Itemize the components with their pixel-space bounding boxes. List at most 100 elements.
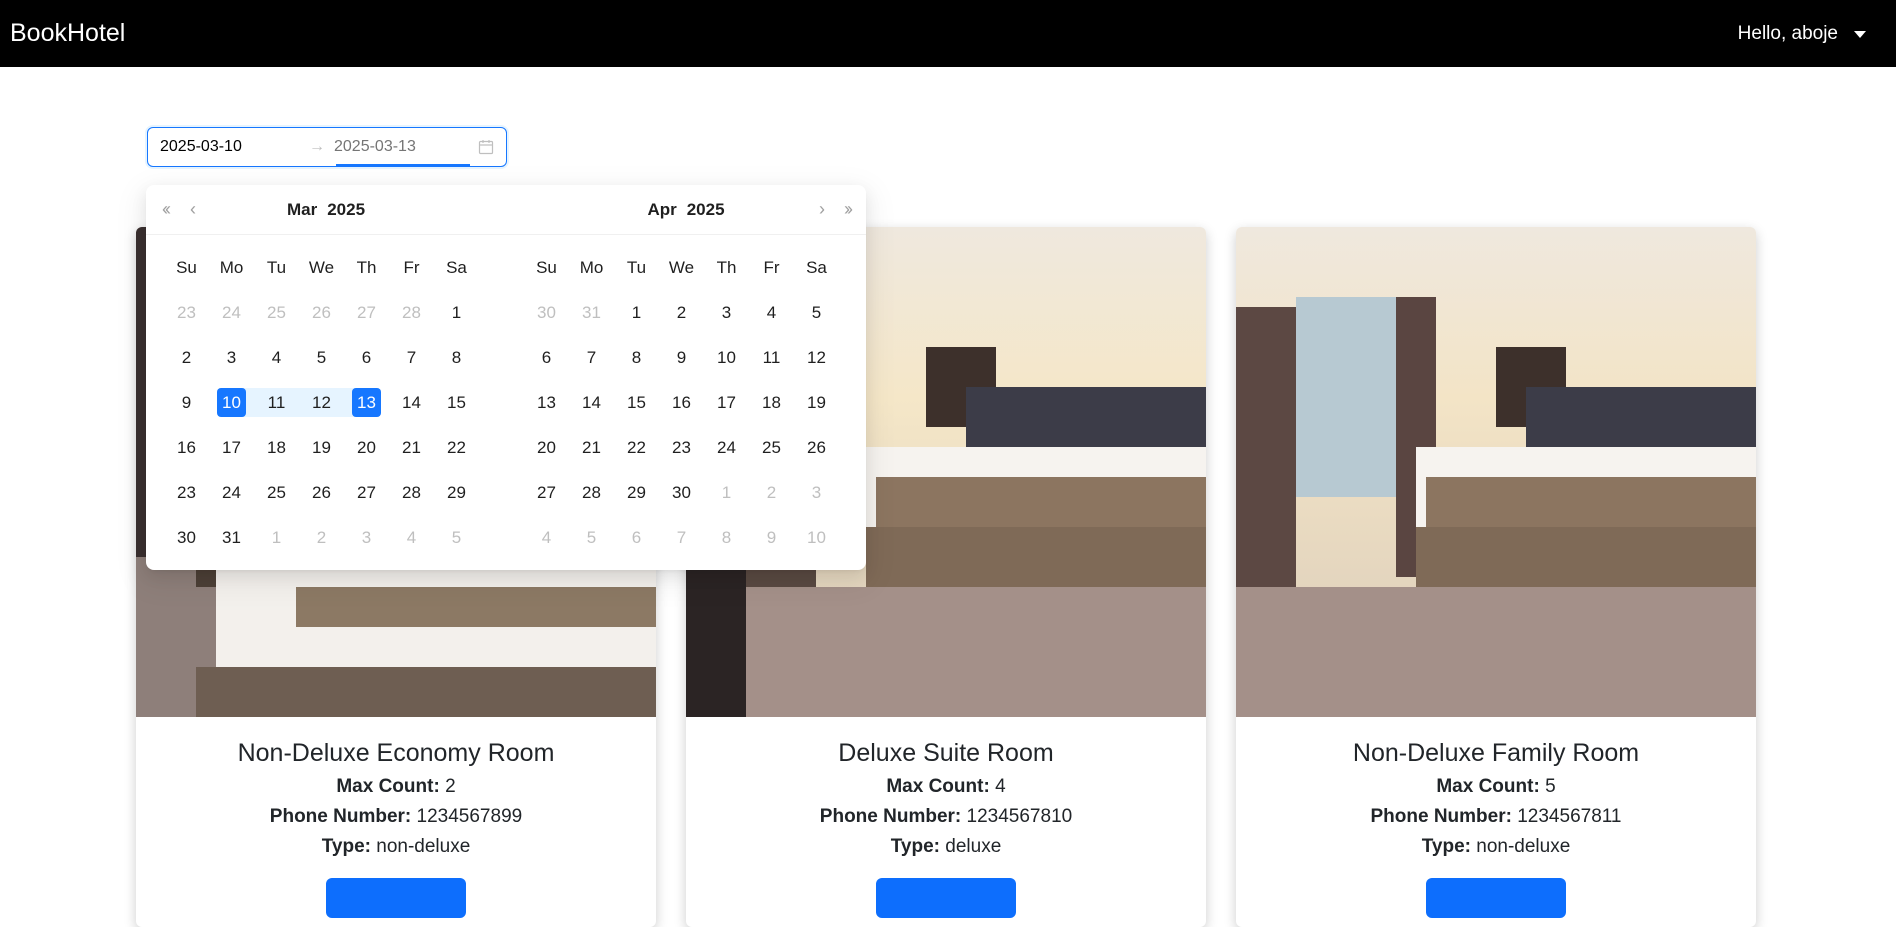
calendar-day[interactable]: 15 [614,380,659,425]
user-menu-dropdown[interactable]: Hello, aboje [1738,23,1866,45]
calendar-day[interactable]: 25 [749,425,794,470]
calendar-day[interactable]: 4 [254,335,299,380]
calendar-day[interactable]: 21 [389,425,434,470]
calendar-day[interactable]: 4 [524,515,569,560]
calendar-day[interactable]: 17 [209,425,254,470]
calendar-day[interactable]: 26 [299,470,344,515]
calendar-day[interactable]: 4 [389,515,434,560]
chevron-left-icon[interactable]: ‹ [190,199,196,220]
calendar-day[interactable]: 30 [164,515,209,560]
book-button[interactable] [1426,878,1566,918]
brand-logo[interactable]: BookHotel [10,19,125,48]
calendar-day[interactable]: 13 [344,380,389,425]
calendar-day[interactable]: 9 [749,515,794,560]
calendar-day[interactable]: 2 [164,335,209,380]
calendar-day[interactable]: 5 [434,515,479,560]
calendar-day[interactable]: 7 [659,515,704,560]
calendar-day[interactable]: 26 [299,290,344,335]
calendar-day[interactable]: 29 [434,470,479,515]
calendar-day[interactable]: 28 [389,470,434,515]
calendar-day[interactable]: 22 [614,425,659,470]
chevron-right-icon[interactable]: › [819,199,825,220]
calendar-day[interactable]: 2 [299,515,344,560]
calendar-day[interactable]: 10 [209,380,254,425]
calendar-day[interactable]: 19 [299,425,344,470]
calendar-day[interactable]: 14 [389,380,434,425]
calendar-day[interactable]: 24 [209,290,254,335]
calendar-day[interactable]: 23 [164,290,209,335]
calendar-day[interactable]: 9 [164,380,209,425]
calendar-day[interactable]: 15 [434,380,479,425]
book-button[interactable] [876,878,1016,918]
calendar-day[interactable]: 3 [344,515,389,560]
calendar-day[interactable]: 23 [659,425,704,470]
year-select[interactable]: 2025 [687,200,725,220]
calendar-day[interactable]: 22 [434,425,479,470]
calendar-day[interactable]: 24 [704,425,749,470]
calendar-day[interactable]: 10 [794,515,839,560]
calendar-day[interactable]: 18 [254,425,299,470]
double-chevron-left-icon[interactable]: ‹‹ [162,199,171,220]
calendar-day[interactable]: 16 [164,425,209,470]
calendar-day[interactable]: 2 [749,470,794,515]
calendar-day[interactable]: 30 [659,470,704,515]
start-date-input[interactable] [160,138,300,156]
calendar-day[interactable]: 20 [344,425,389,470]
year-select[interactable]: 2025 [327,200,365,220]
calendar-day[interactable]: 30 [524,290,569,335]
calendar-day[interactable]: 7 [569,335,614,380]
calendar-day[interactable]: 23 [164,470,209,515]
calendar-day[interactable]: 9 [659,335,704,380]
calendar-day[interactable]: 2 [659,290,704,335]
calendar-day[interactable]: 3 [209,335,254,380]
calendar-day[interactable]: 17 [704,380,749,425]
calendar-day[interactable]: 26 [794,425,839,470]
calendar-day[interactable]: 4 [749,290,794,335]
calendar-day[interactable]: 24 [209,470,254,515]
double-chevron-right-icon[interactable]: ›› [844,199,853,220]
calendar-day[interactable]: 25 [254,290,299,335]
calendar-day[interactable]: 1 [614,290,659,335]
calendar-day[interactable]: 6 [524,335,569,380]
calendar-day[interactable]: 14 [569,380,614,425]
calendar-day[interactable]: 20 [524,425,569,470]
calendar-day[interactable]: 10 [704,335,749,380]
calendar-day[interactable]: 21 [569,425,614,470]
calendar-day[interactable]: 8 [434,335,479,380]
calendar-day[interactable]: 27 [524,470,569,515]
month-select[interactable]: Mar [287,200,317,220]
calendar-day[interactable]: 3 [704,290,749,335]
calendar-day[interactable]: 29 [614,470,659,515]
calendar-day[interactable]: 13 [524,380,569,425]
calendar-day[interactable]: 27 [344,470,389,515]
end-date-input[interactable] [334,138,474,156]
calendar-day[interactable]: 11 [749,335,794,380]
calendar-day[interactable]: 3 [794,470,839,515]
calendar-day[interactable]: 31 [209,515,254,560]
calendar-day[interactable]: 5 [794,290,839,335]
calendar-day[interactable]: 8 [704,515,749,560]
calendar-day[interactable]: 5 [569,515,614,560]
calendar-day[interactable]: 1 [704,470,749,515]
calendar-day[interactable]: 7 [389,335,434,380]
calendar-day[interactable]: 11 [254,380,299,425]
calendar-day[interactable]: 6 [614,515,659,560]
calendar-day[interactable]: 6 [344,335,389,380]
calendar-day[interactable]: 1 [254,515,299,560]
calendar-day[interactable]: 25 [254,470,299,515]
calendar-day[interactable]: 28 [569,470,614,515]
calendar-day[interactable]: 1 [434,290,479,335]
calendar-day[interactable]: 12 [794,335,839,380]
calendar-day[interactable]: 18 [749,380,794,425]
calendar-day[interactable]: 12 [299,380,344,425]
calendar-day[interactable]: 27 [344,290,389,335]
calendar-day[interactable]: 28 [389,290,434,335]
calendar-day[interactable]: 8 [614,335,659,380]
calendar-day[interactable]: 19 [794,380,839,425]
book-button[interactable] [326,878,466,918]
calendar-day[interactable]: 5 [299,335,344,380]
calendar-day[interactable]: 31 [569,290,614,335]
date-range-picker[interactable]: → [147,127,507,167]
calendar-day[interactable]: 16 [659,380,704,425]
month-select[interactable]: Apr [647,200,676,220]
